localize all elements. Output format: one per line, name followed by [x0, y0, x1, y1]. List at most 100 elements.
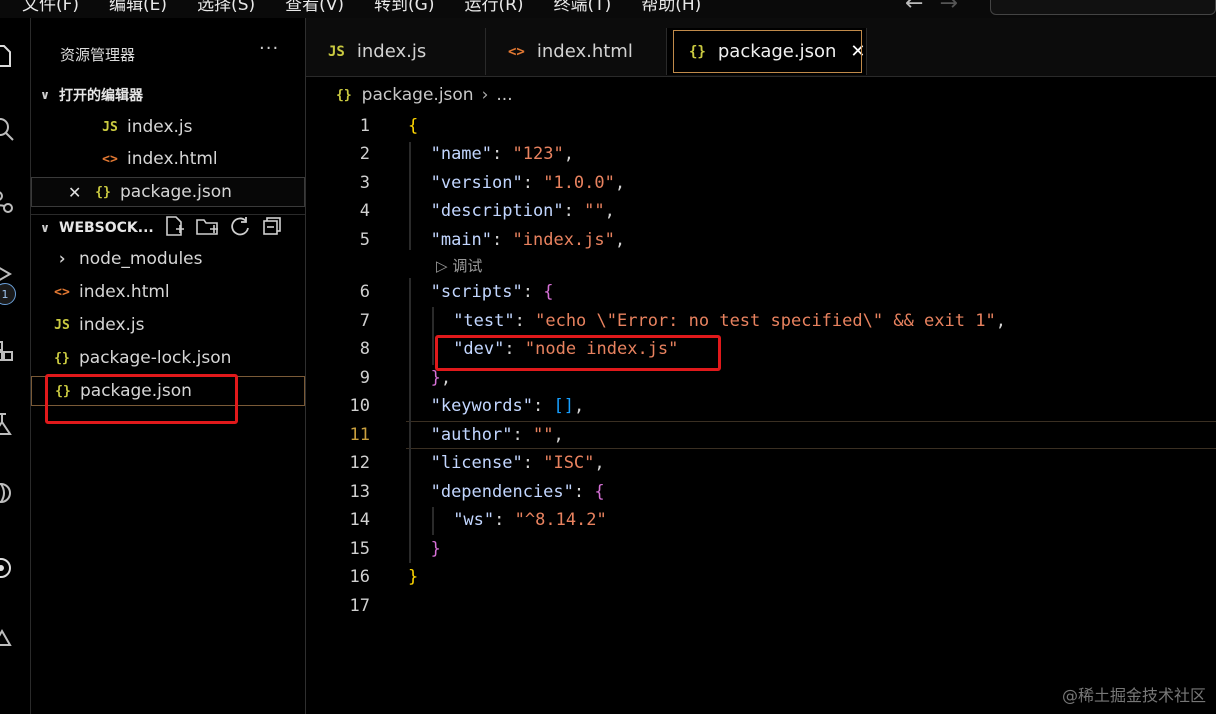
- code-line: 12 "license": "ISC",: [306, 449, 1216, 477]
- code-text: }: [430, 539, 441, 559]
- debug-codelens[interactable]: ▷ 调试: [436, 255, 482, 276]
- new-file-icon[interactable]: [163, 215, 185, 241]
- remote-explorer-icon[interactable]: [0, 478, 16, 508]
- menu-edit[interactable]: 编辑(E): [109, 0, 167, 15]
- open-editor-label: index.html: [127, 149, 218, 169]
- menu-go[interactable]: 转到(G): [374, 0, 434, 15]
- deploy-icon[interactable]: [0, 623, 16, 653]
- json-file-icon: {}: [336, 87, 352, 103]
- code-line: 11 "author": "",: [306, 421, 1216, 449]
- js-file-icon: JS: [54, 317, 70, 333]
- code-text: "version": "1.0.0",: [430, 173, 626, 193]
- code-line: 6 "scripts": {: [306, 278, 1216, 306]
- explorer-more-actions-icon[interactable]: ···: [259, 38, 279, 59]
- menu-bar: 文件(F) 编辑(E) 选择(S) 查看(V) 转到(G) 运行(R) 终端(T…: [0, 0, 1216, 18]
- workspace-header[interactable]: ∨ WEBSOCK...: [31, 214, 305, 241]
- close-icon[interactable]: ✕: [68, 183, 92, 202]
- watermark: @稀土掘金技术社区: [1061, 686, 1206, 705]
- line-number: 17: [349, 596, 370, 616]
- code-line: 15}: [306, 535, 1216, 563]
- new-folder-icon[interactable]: [195, 215, 219, 241]
- js-file-icon: JS: [328, 43, 345, 60]
- tree-item-label: node_modules: [79, 249, 203, 269]
- tree-item-index-js[interactable]: JS index.js: [31, 310, 305, 340]
- timeline-icon[interactable]: [0, 553, 16, 583]
- command-center-search[interactable]: [990, 0, 1216, 15]
- editor-tab-bar: JS index.js <> index.html {} package.jso…: [306, 18, 1216, 77]
- code-text: "ws": "^8.14.2": [453, 510, 607, 530]
- menu-view[interactable]: 查看(V): [285, 0, 344, 15]
- tab-package-json[interactable]: {} package.json ✕: [667, 28, 867, 75]
- tab-index-js[interactable]: JS index.js: [306, 28, 486, 75]
- json-file-icon: {}: [689, 43, 706, 60]
- menu-help[interactable]: 帮助(H): [641, 0, 701, 15]
- workspace-label: WEBSOCK...: [59, 220, 154, 236]
- json-file-icon: {}: [95, 184, 111, 200]
- code-line: 17: [306, 592, 1216, 620]
- code-line: 16}: [306, 563, 1216, 591]
- open-editor-item-index-html[interactable]: <> index.html: [31, 144, 305, 174]
- testing-icon[interactable]: [0, 408, 16, 438]
- refresh-icon[interactable]: [229, 215, 251, 241]
- breadcrumb-separator: ›: [481, 85, 489, 105]
- menu-terminal[interactable]: 终端(T): [554, 0, 612, 15]
- js-file-icon: JS: [102, 119, 118, 135]
- breadcrumb-file[interactable]: package.json: [362, 85, 474, 105]
- source-control-icon[interactable]: [0, 188, 16, 218]
- code-line: 3 "version": "1.0.0",: [306, 169, 1216, 197]
- open-editor-label: index.js: [127, 117, 193, 137]
- extensions-icon[interactable]: [0, 336, 16, 366]
- line-number: 6: [359, 282, 370, 302]
- codelens-label: 调试: [452, 257, 483, 275]
- open-editors-header[interactable]: ∨ 打开的编辑器: [31, 82, 305, 108]
- code-line: 4 "description": "",: [306, 197, 1216, 225]
- code-editor[interactable]: 1{2 "name": "123", 3 "version": "1.0.0", 4 "d…: [306, 112, 1216, 714]
- tab-label: index.js: [356, 41, 427, 62]
- tree-item-node-modules[interactable]: › node_modules: [31, 244, 305, 274]
- line-number: 5: [359, 230, 370, 250]
- breadcrumb: {} package.json › ...: [306, 78, 1216, 112]
- json-file-icon: {}: [54, 350, 70, 366]
- code-text: "scripts": {: [430, 282, 554, 302]
- code-line: 1{: [306, 112, 1216, 140]
- line-number: 4: [359, 201, 370, 221]
- menu-selection[interactable]: 选择(S): [197, 0, 255, 15]
- code-line: 13 "dependencies": {: [306, 478, 1216, 506]
- line-number: 14: [349, 510, 370, 530]
- line-number: 2: [359, 144, 370, 164]
- breadcrumb-rest[interactable]: ...: [496, 85, 512, 105]
- activity-bar: 1: [0, 18, 31, 714]
- line-number: 11: [349, 425, 370, 445]
- highlight-box-package-json: [45, 374, 238, 424]
- forward-arrow-icon[interactable]: →: [939, 0, 973, 16]
- line-number: 3: [359, 173, 370, 193]
- line-number: 13: [349, 482, 370, 502]
- menu-file[interactable]: 文件(F): [22, 0, 79, 15]
- tab-label: package.json: [717, 41, 837, 62]
- highlight-box-dev-script: [435, 335, 721, 371]
- close-icon[interactable]: ✕: [850, 41, 865, 62]
- explorer-icon[interactable]: [0, 40, 16, 70]
- tab-index-html[interactable]: <> index.html: [486, 28, 667, 75]
- code-text: {: [408, 116, 419, 136]
- collapse-all-icon[interactable]: [261, 215, 283, 241]
- html-file-icon: <>: [102, 151, 118, 167]
- menu-run[interactable]: 运行(R): [464, 0, 523, 15]
- code-text: "author": "",: [430, 425, 564, 445]
- chevron-down-icon: ∨: [40, 88, 50, 102]
- tree-item-label: package-lock.json: [79, 348, 232, 368]
- code-text: "dependencies": {: [430, 482, 605, 502]
- chevron-down-icon: ∨: [40, 221, 50, 235]
- tree-item-package-lock-json[interactable]: {} package-lock.json: [31, 343, 305, 373]
- code-text: "test": "echo \"Error: no test specified…: [453, 311, 1006, 331]
- open-editor-item-package-json[interactable]: ✕ {} package.json: [31, 177, 305, 207]
- code-line: 2 "name": "123",: [306, 140, 1216, 168]
- play-icon: ▷: [436, 257, 448, 275]
- tree-item-index-html[interactable]: <> index.html: [31, 277, 305, 307]
- open-editor-item-index-js[interactable]: JS index.js: [31, 112, 305, 142]
- line-number: 7: [359, 311, 370, 331]
- open-editors-label: 打开的编辑器: [59, 88, 143, 104]
- back-arrow-icon[interactable]: ←: [905, 0, 939, 16]
- code-line: 7 "test": "echo \"Error: no test specifie…: [306, 307, 1216, 335]
- search-icon[interactable]: [0, 113, 16, 143]
